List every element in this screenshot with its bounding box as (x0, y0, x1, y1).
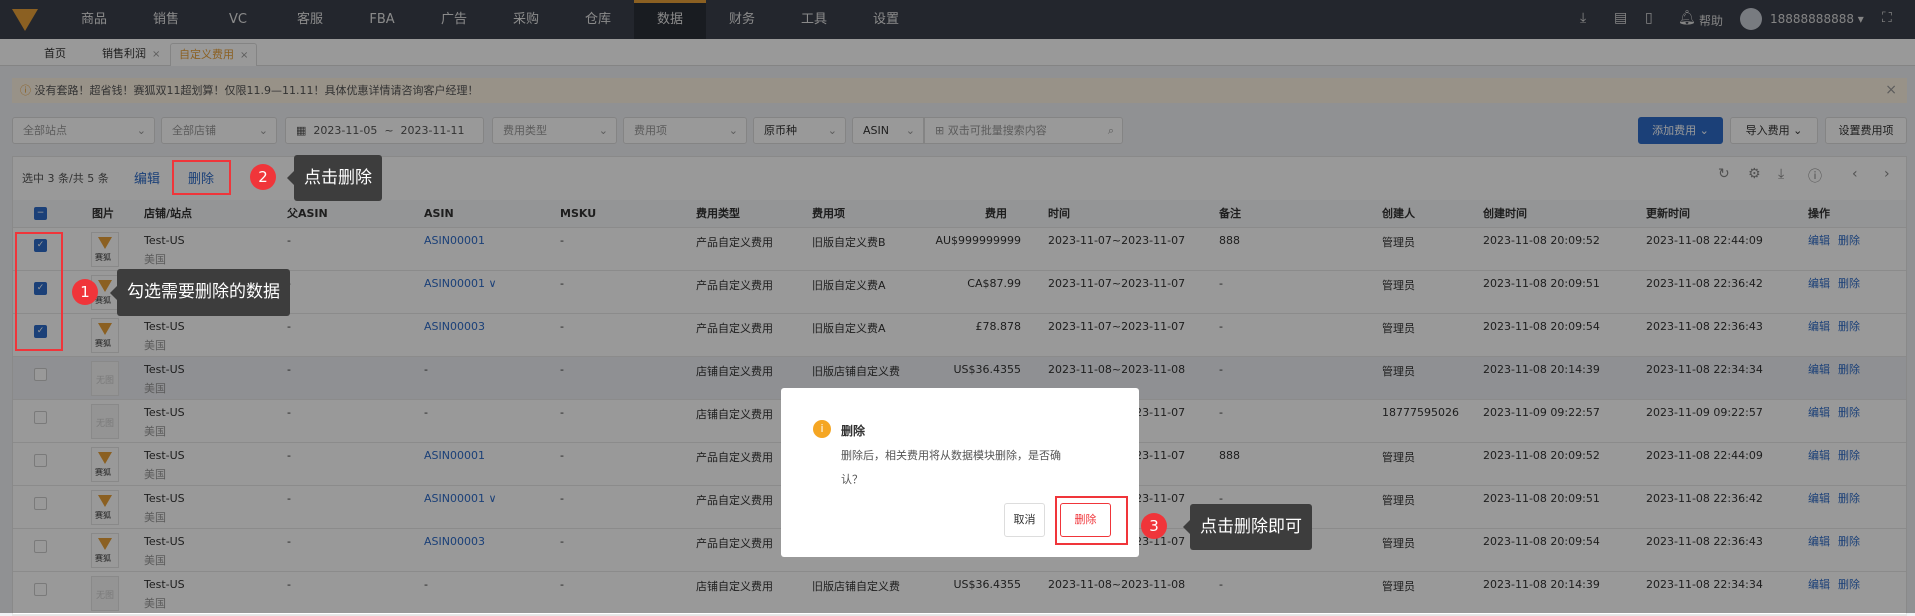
dialog-message: 删除后，相关费用将从数据模块删除，是否确认？ (841, 449, 1061, 486)
annotation-box-delete (172, 160, 231, 195)
annotation-step-3: 3 (1141, 513, 1167, 539)
info-icon: i (813, 420, 831, 438)
annotation-tooltip-3: 点击删除即可 (1183, 504, 1312, 550)
annotation-tooltip-2: 点击删除 (287, 155, 382, 201)
cancel-button[interactable]: 取消 (1004, 503, 1045, 537)
dialog-title: 删除 (841, 424, 866, 438)
annotation-step-2: 2 (250, 164, 276, 190)
annotation-step-1: 1 (72, 279, 98, 305)
annotation-box-checkboxes (15, 232, 63, 351)
annotation-box-confirm (1055, 496, 1128, 545)
annotation-tooltip-1: 勾选需要删除的数据 (110, 269, 290, 316)
